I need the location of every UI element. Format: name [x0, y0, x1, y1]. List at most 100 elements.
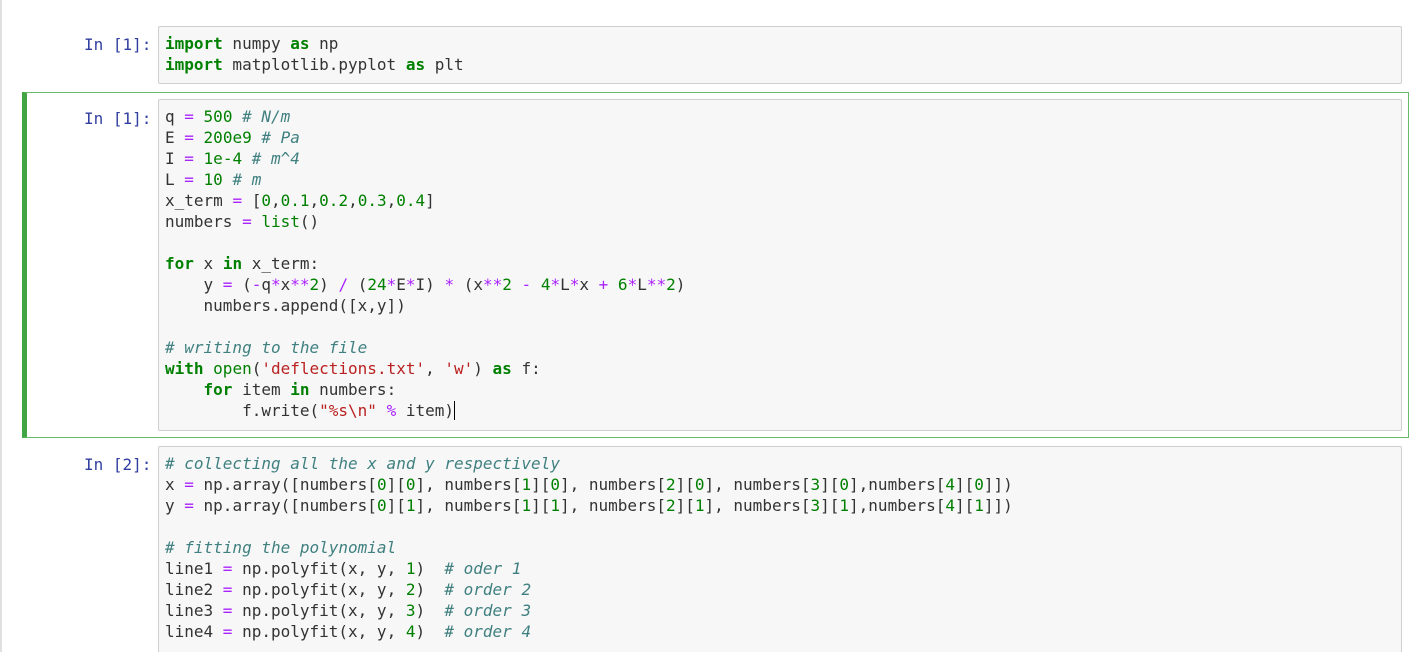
- code-line: [165, 516, 1013, 537]
- code-token: *: [628, 275, 638, 294]
- code-token: 2: [666, 475, 676, 494]
- code-token: ): [415, 559, 444, 578]
- code-token: y: [165, 496, 184, 515]
- code-token: ][: [531, 475, 550, 494]
- code-token: 0: [839, 475, 849, 494]
- code-token: ][: [676, 475, 695, 494]
- code-token: 2: [502, 275, 512, 294]
- code-token: 1: [521, 496, 531, 515]
- code-token: # Pa: [261, 128, 300, 147]
- code-token: *: [570, 275, 580, 294]
- code-token: line3: [165, 601, 223, 620]
- code-token: y: [165, 275, 223, 294]
- code-input-area[interactable]: q = 500 # N/mE = 200e9 # PaI = 1e-4 # m^…: [158, 99, 1402, 431]
- code-token: 0: [695, 475, 705, 494]
- code-token: np.polyfit(x, y,: [232, 622, 405, 641]
- code-token: np.polyfit(x, y,: [232, 580, 405, 599]
- code-line: # fitting the polynomial: [165, 537, 1013, 558]
- code-token: # fitting the polynomial: [165, 538, 396, 557]
- code-line: numbers.append([x,y]): [165, 295, 685, 316]
- code-editor[interactable]: import numpy as npimport matplotlib.pypl…: [165, 33, 464, 75]
- code-token: +: [599, 275, 609, 294]
- code-token: [252, 212, 262, 231]
- code-token: 3: [810, 496, 820, 515]
- code-token: =: [184, 496, 194, 515]
- code-cell-3[interactable]: In [2]: # collecting all the x and y res…: [22, 440, 1410, 652]
- code-token: ): [415, 580, 444, 599]
- code-token: ],numbers[: [849, 496, 945, 515]
- code-token: =: [223, 580, 233, 599]
- code-editor[interactable]: q = 500 # N/mE = 200e9 # PaI = 1e-4 # m^…: [165, 106, 685, 421]
- code-line: y = np.array([numbers[0][1], numbers[1][…: [165, 495, 1013, 516]
- code-line: numbers = list(): [165, 211, 685, 232]
- code-token: np.polyfit(x, y,: [232, 601, 405, 620]
- code-line: line2 = np.polyfit(x, y, 2) # order 2: [165, 579, 1013, 600]
- code-token: (): [300, 212, 319, 231]
- code-token: ]]): [984, 475, 1013, 494]
- code-cell-1[interactable]: In [1]: import numpy as npimport matplot…: [22, 20, 1410, 88]
- code-cell-2[interactable]: In [1]: q = 500 # N/mE = 200e9 # PaI = 1…: [22, 92, 1409, 438]
- code-token: ]]): [984, 496, 1013, 515]
- code-token: (: [232, 275, 251, 294]
- cell-prompt: In [1]:: [84, 108, 151, 129]
- cell-prompt: In [2]:: [84, 454, 151, 475]
- code-token: %: [387, 401, 397, 420]
- code-token: [531, 275, 541, 294]
- code-token: 0: [550, 475, 560, 494]
- code-token: ][: [820, 496, 839, 515]
- code-token: [232, 107, 242, 126]
- code-token: x_term:: [242, 254, 319, 273]
- code-token: *: [444, 275, 454, 294]
- code-token: L: [637, 275, 647, 294]
- code-token: ,: [271, 191, 281, 210]
- code-token: ][: [387, 475, 406, 494]
- code-line: # writing to the file: [165, 337, 685, 358]
- code-token: line2: [165, 580, 223, 599]
- code-token: 1: [695, 496, 705, 515]
- code-token: ][: [955, 475, 974, 494]
- code-token: as: [290, 34, 309, 53]
- code-token: *: [271, 275, 281, 294]
- code-token: =: [223, 559, 233, 578]
- code-input-area[interactable]: # collecting all the x and y respectivel…: [158, 446, 1402, 652]
- code-token: q: [261, 275, 271, 294]
- code-token: E: [396, 275, 406, 294]
- code-token: **: [483, 275, 502, 294]
- code-line: with open('deflections.txt', 'w') as f:: [165, 358, 685, 379]
- code-token: =: [184, 149, 194, 168]
- code-token: x: [281, 275, 291, 294]
- code-token: 0: [261, 191, 271, 210]
- code-token: [252, 128, 262, 147]
- code-token: ], numbers[: [705, 475, 811, 494]
- code-line: y = (-q*x**2) / (24*E*I) * (x**2 - 4*L*x…: [165, 274, 685, 295]
- code-token: -: [252, 275, 262, 294]
- code-line: line4 = np.polyfit(x, y, 4) # order 4: [165, 621, 1013, 642]
- code-token: [194, 128, 204, 147]
- code-token: =: [184, 475, 194, 494]
- code-token: 0: [974, 475, 984, 494]
- code-token: with: [165, 359, 204, 378]
- code-token: 0.2: [319, 191, 348, 210]
- code-line: import matplotlib.pyplot as plt: [165, 54, 464, 75]
- code-token: (: [252, 359, 262, 378]
- code-token: =: [223, 275, 233, 294]
- code-token: x: [579, 275, 598, 294]
- code-line: line1 = np.polyfit(x, y, 1) # oder 1: [165, 558, 1013, 579]
- code-token: 4: [945, 496, 955, 515]
- code-token: 2: [310, 275, 320, 294]
- code-token: **: [647, 275, 666, 294]
- code-token: ,: [425, 359, 444, 378]
- code-token: 500: [204, 107, 233, 126]
- code-token: =: [223, 601, 233, 620]
- code-line: f.write("%s\n" % item): [165, 400, 685, 421]
- code-token: q: [165, 107, 184, 126]
- code-editor[interactable]: # collecting all the x and y respectivel…: [165, 453, 1013, 642]
- code-token: 0.4: [396, 191, 425, 210]
- code-input-area[interactable]: import numpy as npimport matplotlib.pypl…: [158, 26, 1402, 84]
- code-token: line1: [165, 559, 223, 578]
- code-token: **: [290, 275, 309, 294]
- code-token: matplotlib.pyplot: [223, 55, 406, 74]
- code-token: f:: [512, 359, 541, 378]
- code-token: ]: [425, 191, 435, 210]
- code-token: in: [290, 380, 309, 399]
